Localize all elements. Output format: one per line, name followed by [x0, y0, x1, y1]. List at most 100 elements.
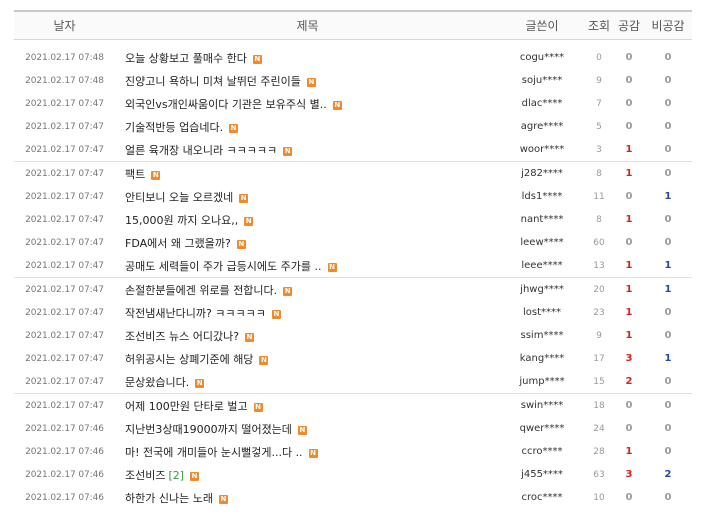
- header-date: 날자: [53, 19, 76, 33]
- post-views: 11: [593, 191, 605, 202]
- post-title-link[interactable]: 작전냄새난다니까? ㅋㅋㅋㅋㅋ: [125, 307, 266, 320]
- post-title-link[interactable]: 진양고니 욕하니 미쳐 날뛰던 주린이들: [125, 75, 301, 88]
- post-title-cell: 오늘 상황보고 풀매수 한다 N: [115, 50, 500, 66]
- post-title-cell: 지난번3상때19000까지 떨어졌는데 N: [115, 421, 500, 437]
- post-date: 2021.02.17 07:47: [25, 191, 104, 202]
- post-title-cell: 조선비즈 [2] N: [115, 467, 500, 483]
- post-writer[interactable]: leee****: [500, 260, 584, 271]
- post-dislikes: 1: [664, 284, 672, 295]
- post-likes: 1: [625, 168, 633, 179]
- table-row: 2021.02.17 07:47 팩트 Nj282**** 8 1 0: [14, 162, 692, 185]
- post-writer[interactable]: dlac****: [500, 98, 584, 109]
- table-row: 2021.02.17 07:47 기술적반등 업습네다. Nagre**** 5 0 0: [14, 115, 692, 138]
- post-likes: 3: [625, 469, 633, 480]
- post-writer[interactable]: agre****: [500, 121, 584, 132]
- post-date: 2021.02.17 07:47: [25, 168, 104, 179]
- post-title-link[interactable]: 얼른 육개장 내오니라 ㅋㅋㅋㅋㅋ: [125, 144, 277, 157]
- new-badge-icon: N: [297, 425, 307, 435]
- post-likes: 1: [625, 144, 633, 155]
- post-title-link[interactable]: 15,000원 까지 오나요,,: [125, 214, 238, 227]
- post-title-link[interactable]: 팩트: [125, 168, 145, 181]
- post-title-link[interactable]: FDA에서 왜 그랬을까?: [125, 237, 231, 250]
- new-badge-icon: N: [283, 146, 293, 156]
- post-title-link[interactable]: 하한가 신나는 노래: [125, 492, 213, 505]
- post-likes: 0: [625, 52, 633, 63]
- new-badge-icon: N: [252, 54, 262, 64]
- post-title-link[interactable]: 조선비즈 뉴스 어디갔나?: [125, 330, 239, 343]
- new-badge-icon: N: [259, 355, 269, 365]
- post-writer[interactable]: soju****: [500, 75, 584, 86]
- post-title-link[interactable]: 문상왔습니다.: [125, 376, 189, 389]
- post-list: 2021.02.17 07:48 오늘 상황보고 풀매수 한다 Ncogu**** 0…: [14, 46, 692, 509]
- post-writer[interactable]: leew****: [500, 237, 584, 248]
- post-writer[interactable]: kang****: [500, 353, 584, 364]
- post-title-link[interactable]: 외국인vs개인싸움이다 기관은 보유주식 별..: [125, 98, 327, 111]
- post-date: 2021.02.17 07:47: [25, 98, 104, 109]
- post-title-link[interactable]: 손절한분들에겐 위로를 전합니다.: [125, 284, 277, 297]
- post-writer[interactable]: cogu****: [500, 52, 584, 63]
- post-views: 18: [593, 400, 605, 411]
- post-likes: 1: [625, 284, 633, 295]
- new-badge-icon: N: [327, 262, 337, 272]
- post-date: 2021.02.17 07:47: [25, 330, 104, 341]
- post-views: 3: [596, 144, 602, 155]
- post-writer[interactable]: ccro****: [500, 446, 584, 457]
- post-title-link[interactable]: 오늘 상황보고 풀매수 한다: [125, 52, 247, 65]
- post-likes: 1: [625, 307, 633, 318]
- post-writer[interactable]: j282****: [500, 168, 584, 179]
- post-writer[interactable]: croc****: [500, 492, 584, 503]
- post-date: 2021.02.17 07:47: [25, 284, 104, 295]
- post-date: 2021.02.17 07:47: [25, 307, 104, 318]
- post-views: 24: [593, 423, 605, 434]
- post-dislikes: 0: [664, 376, 672, 387]
- table-row: 2021.02.17 07:48 오늘 상황보고 풀매수 한다 Ncogu**** 0…: [14, 46, 692, 69]
- post-title-link[interactable]: 허위공시는 상폐기준에 해당: [125, 353, 253, 366]
- post-writer[interactable]: jump****: [500, 376, 584, 387]
- post-date: 2021.02.17 07:46: [25, 446, 104, 457]
- post-likes: 0: [625, 492, 633, 503]
- post-title-link[interactable]: 마! 전국에 개미들아 눈시뻘겋게...다 ..: [125, 446, 303, 459]
- post-writer[interactable]: nant****: [500, 214, 584, 225]
- table-row: 2021.02.17 07:47 허위공시는 상폐기준에 해당 Nkang**** 1…: [14, 347, 692, 370]
- post-title-cell: 기술적반등 업습네다. N: [115, 119, 500, 135]
- post-likes: 0: [625, 75, 633, 86]
- new-badge-icon: N: [229, 123, 239, 133]
- post-likes: 1: [625, 260, 633, 271]
- post-title-cell: 팩트 N: [115, 166, 500, 182]
- board-table: 날자 제목 글쓴이 조회 공감 비공감 2021.02.17 07:48 오늘 상…: [14, 10, 692, 509]
- post-title-cell: 15,000원 까지 오나요,, N: [115, 212, 500, 228]
- post-writer[interactable]: qwer****: [500, 423, 584, 434]
- post-views: 63: [593, 469, 605, 480]
- post-views: 13: [593, 260, 605, 271]
- post-views: 60: [593, 237, 605, 248]
- post-writer[interactable]: lds1****: [500, 191, 584, 202]
- post-views: 15: [593, 376, 605, 387]
- new-badge-icon: N: [283, 286, 293, 296]
- new-badge-icon: N: [151, 170, 161, 180]
- table-row: 2021.02.17 07:47 작전냄새난다니까? ㅋㅋㅋㅋㅋ Nlost****…: [14, 301, 692, 324]
- post-title-link[interactable]: 어제 100만원 단타로 벌고: [125, 400, 248, 413]
- post-likes: 1: [625, 446, 633, 457]
- post-dislikes: 0: [664, 446, 672, 457]
- comment-count[interactable]: [2]: [168, 469, 184, 482]
- post-title-cell: 작전냄새난다니까? ㅋㅋㅋㅋㅋ N: [115, 305, 500, 321]
- post-writer[interactable]: woor****: [500, 144, 584, 155]
- post-likes: 0: [625, 121, 633, 132]
- post-dislikes: 0: [664, 492, 672, 503]
- table-row: 2021.02.17 07:48 진양고니 욕하니 미쳐 날뛰던 주린이들 Nsoj…: [14, 69, 692, 92]
- post-writer[interactable]: swin****: [500, 400, 584, 411]
- post-title-link[interactable]: 안티보니 오늘 오르겠네: [125, 191, 233, 204]
- post-title-link[interactable]: 공매도 세력들이 주가 급등시에도 주가를 ..: [125, 260, 322, 273]
- header-title: 제목: [296, 19, 319, 33]
- post-title-link[interactable]: 기술적반등 업습네다.: [125, 121, 223, 134]
- post-title-link[interactable]: 조선비즈: [125, 469, 165, 482]
- post-dislikes: 1: [664, 260, 672, 271]
- table-row: 2021.02.17 07:47 FDA에서 왜 그랬을까? Nleew**** 60…: [14, 231, 692, 254]
- post-writer[interactable]: ssim****: [500, 330, 584, 341]
- post-writer[interactable]: jhwg****: [500, 284, 584, 295]
- post-writer[interactable]: j455****: [500, 469, 584, 480]
- new-badge-icon: N: [271, 309, 281, 319]
- post-likes: 0: [625, 400, 633, 411]
- post-writer[interactable]: lost****: [500, 307, 584, 318]
- post-title-link[interactable]: 지난번3상때19000까지 떨어졌는데: [125, 423, 292, 436]
